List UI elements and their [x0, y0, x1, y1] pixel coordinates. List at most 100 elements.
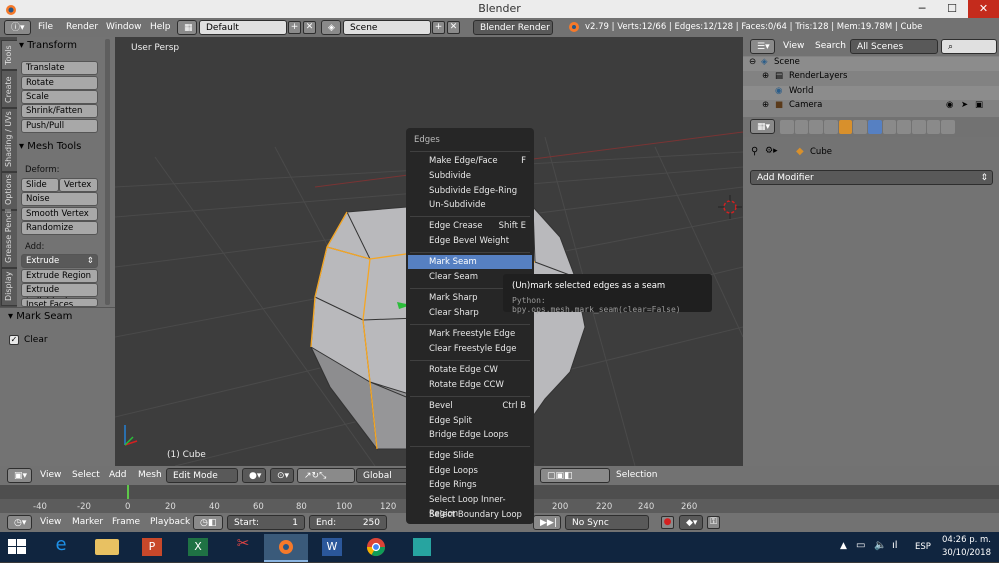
- scene-dropdown[interactable]: Scene: [343, 20, 431, 35]
- viewport-shading-dropdown[interactable]: ●▾: [242, 468, 266, 483]
- remove-scene-button[interactable]: ✕: [447, 21, 460, 34]
- outliner-item-world[interactable]: ◉ World: [743, 86, 999, 100]
- menu-subdivide-edge-ring[interactable]: Subdivide Edge-Ring: [408, 184, 532, 198]
- cursor-select-icon[interactable]: ➤: [961, 100, 968, 110]
- slide-vertex-button[interactable]: Vertex: [59, 178, 98, 192]
- editor-type-button[interactable]: ⓘ▾: [4, 20, 31, 35]
- 3d-view-menu-view[interactable]: View: [40, 470, 61, 480]
- menu-select-boundary-loop[interactable]: Select Boundary Loop: [408, 508, 532, 522]
- network-icon[interactable]: ▭: [856, 540, 865, 551]
- push-pull-button[interactable]: Push/Pull: [21, 119, 98, 133]
- outliner-item-scene[interactable]: ⊖ ◈ Scene: [743, 57, 999, 71]
- wifi-icon[interactable]: ıl: [892, 540, 898, 551]
- modifiers-tab-icon[interactable]: [868, 120, 882, 134]
- preview-range-buttons[interactable]: ◷◧: [193, 515, 223, 530]
- tab-grease-pencil[interactable]: Grease Pencil: [1, 209, 18, 268]
- outliner-search-field[interactable]: ⌕: [941, 39, 997, 54]
- toolshelf-scrollbar[interactable]: [105, 39, 110, 305]
- manipulator-buttons[interactable]: ↗↻⤡: [297, 468, 355, 483]
- ie-icon[interactable]: e: [43, 534, 79, 560]
- menu-edge-split[interactable]: Edge Split: [408, 414, 532, 428]
- timeline-editor-type-button[interactable]: ◷▾: [7, 515, 32, 530]
- outliner-view-menu[interactable]: View: [783, 41, 804, 51]
- timeline-menu-marker[interactable]: Marker: [72, 517, 103, 527]
- noise-button[interactable]: Noise: [21, 192, 98, 206]
- render-engine-dropdown[interactable]: Blender Render: [473, 20, 553, 35]
- timeline-menu-playback[interactable]: Playback: [150, 517, 190, 527]
- add-modifier-dropdown[interactable]: Add Modifier ⇕: [750, 170, 993, 185]
- menu-subdivide[interactable]: Subdivide: [408, 169, 532, 183]
- menu-rotate-edge-ccw[interactable]: Rotate Edge CCW: [408, 378, 532, 392]
- menu-edge-crease[interactable]: Edge Crease Shift E: [408, 219, 532, 233]
- eye-icon[interactable]: ◉: [946, 100, 953, 110]
- tab-shading-uvs[interactable]: Shading / UVs: [1, 108, 18, 172]
- minimize-button[interactable]: ─: [908, 0, 936, 18]
- shrink-fatten-button[interactable]: Shrink/Fatten: [21, 104, 98, 118]
- powerpoint-icon[interactable]: P: [134, 534, 170, 560]
- timeline-menu-view[interactable]: View: [40, 517, 61, 527]
- render-layers-tab-icon[interactable]: [794, 120, 809, 134]
- outliner-display-filter-dropdown[interactable]: All Scenes: [850, 39, 938, 54]
- physics-tab-icon[interactable]: [941, 120, 956, 134]
- file-explorer-icon[interactable]: [89, 534, 125, 560]
- screen-layout-dropdown[interactable]: Default: [199, 20, 287, 35]
- clock-date[interactable]: 30/10/2018: [942, 548, 991, 558]
- outliner-item-camera[interactable]: ⊕ ■ Camera ◉ ➤ ▣: [743, 100, 999, 114]
- transform-orientation-dropdown[interactable]: Global: [356, 468, 412, 483]
- end-frame-field[interactable]: End: 250: [309, 515, 387, 530]
- tab-tools[interactable]: Tools: [1, 40, 18, 70]
- current-frame-indicator[interactable]: [127, 485, 129, 499]
- randomize-button[interactable]: Randomize: [21, 221, 98, 235]
- menu-edge-loops[interactable]: Edge Loops: [408, 464, 532, 478]
- inset-faces-button[interactable]: Inset Faces: [21, 298, 98, 307]
- remove-screen-button[interactable]: ✕: [303, 21, 316, 34]
- menu-edge-slide[interactable]: Edge Slide: [408, 449, 532, 463]
- chrome-icon[interactable]: [358, 534, 394, 560]
- 3d-view-menu-mesh[interactable]: Mesh: [138, 470, 162, 480]
- pivot-point-dropdown[interactable]: ⊙▾: [270, 468, 294, 483]
- extrude-individual-button[interactable]: Extrude Individual: [21, 283, 98, 307]
- mesh-tools-panel-header[interactable]: ▾ Mesh Tools: [19, 141, 81, 152]
- volume-icon[interactable]: 🔈: [874, 540, 886, 551]
- menu-edge-rings[interactable]: Edge Rings: [408, 478, 532, 492]
- menu-un-subdivide[interactable]: Un-Subdivide: [408, 198, 532, 212]
- playback-controls[interactable]: ▶▶|: [533, 515, 561, 530]
- data-tab-icon[interactable]: [882, 120, 897, 134]
- clear-checkbox[interactable]: ✓: [9, 335, 19, 345]
- scene-tab-icon[interactable]: [809, 120, 824, 134]
- outliner-item-renderlayers[interactable]: ⊕ ▤ RenderLayers: [743, 71, 999, 85]
- particles-tab-icon[interactable]: [926, 120, 941, 134]
- 3d-view-editor-type-button[interactable]: ▣▾: [7, 468, 32, 483]
- menu-bevel[interactable]: Bevel Ctrl B: [408, 399, 532, 413]
- 3d-view-menu-add[interactable]: Add: [109, 470, 126, 480]
- app-icon[interactable]: [404, 534, 440, 560]
- clock-time[interactable]: 04:26 p. m.: [942, 535, 991, 545]
- timeline-menu-frame[interactable]: Frame: [112, 517, 140, 527]
- excel-icon[interactable]: X: [180, 534, 216, 560]
- scale-button[interactable]: Scale: [21, 90, 98, 104]
- translate-button[interactable]: Translate: [21, 61, 98, 75]
- render-tab-icon[interactable]: [780, 120, 794, 134]
- menu-mark-freestyle-edge[interactable]: Mark Freestyle Edge: [408, 327, 532, 341]
- interaction-mode-dropdown[interactable]: Edit Mode: [166, 468, 238, 483]
- transform-panel-header[interactable]: ▾ Transform: [19, 40, 77, 51]
- tab-display[interactable]: Display: [1, 268, 18, 306]
- keyframe-insert-icon[interactable]: ⚿: [707, 516, 720, 529]
- material-tab-icon[interactable]: [897, 120, 912, 134]
- menu-clear-freestyle-edge[interactable]: Clear Freestyle Edge: [408, 342, 532, 356]
- 3d-cursor-icon[interactable]: [718, 195, 742, 219]
- rotate-button[interactable]: Rotate: [21, 76, 98, 90]
- start-frame-field[interactable]: Start: 1: [227, 515, 305, 530]
- menu-select-loop-inner-region[interactable]: Select Loop Inner-Region: [408, 493, 532, 519]
- menu-mark-seam[interactable]: Mark Seam: [408, 255, 532, 269]
- object-tab-icon[interactable]: [838, 120, 853, 134]
- screen-layout-icon[interactable]: ▦: [177, 20, 197, 35]
- outliner-search-menu[interactable]: Search: [815, 41, 846, 51]
- language-indicator[interactable]: ESP: [915, 542, 931, 552]
- slide-edge-button[interactable]: Slide Ed: [21, 178, 59, 202]
- word-icon[interactable]: W: [314, 534, 350, 560]
- extrude-region-button[interactable]: Extrude Region: [21, 269, 98, 283]
- menu-bridge-edge-loops[interactable]: Bridge Edge Loops: [408, 428, 532, 442]
- windows-start-icon[interactable]: [8, 539, 26, 555]
- extrude-dropdown[interactable]: Extrude ⇕: [21, 254, 98, 268]
